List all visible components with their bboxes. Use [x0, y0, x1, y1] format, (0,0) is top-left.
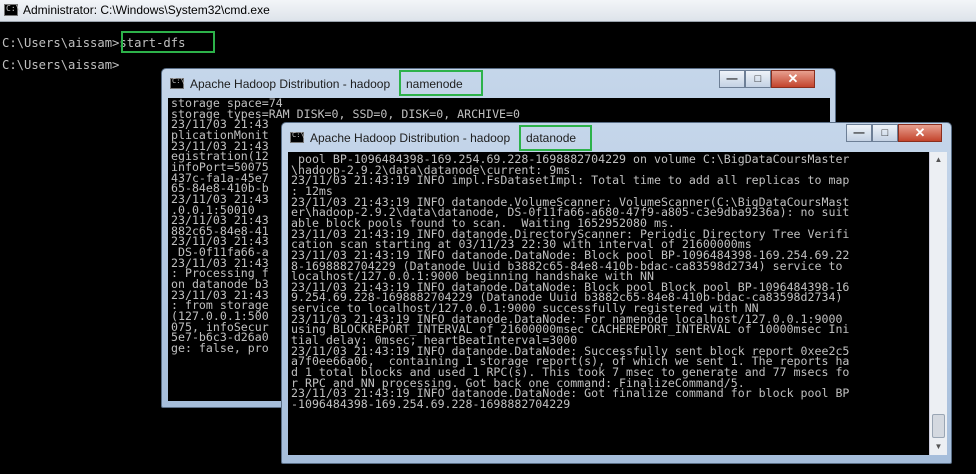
cmd-icon: C:\: [290, 131, 305, 143]
console-line-prompt: C:\Users\aissam>: [2, 58, 120, 72]
maximize-button[interactable]: □: [745, 70, 771, 88]
console-line: 23/11/03 21:43:19 INFO impl.FsDatasetImp…: [291, 173, 850, 188]
close-button[interactable]: ✕: [771, 70, 815, 88]
namenode-window-title: Apache Hadoop Distribution - hadoop: [190, 77, 391, 91]
namenode-highlight: [399, 70, 483, 96]
console-line: -1096484398-169.254.69.228-1698882704229: [291, 396, 571, 411]
cmd-icon: C:\: [170, 77, 185, 89]
datanode-scrollbar[interactable]: ▲ ▼: [929, 152, 947, 455]
console-line: ge: false, pro: [171, 340, 269, 355]
main-window-title: Administrator: C:\Windows\System32\cmd.e…: [23, 3, 270, 17]
scroll-thumb[interactable]: [932, 414, 945, 438]
start-dfs-highlight: [121, 31, 215, 53]
main-window-titlebar[interactable]: C:\ Administrator: C:\Windows\System32\c…: [0, 0, 976, 22]
minimize-button[interactable]: —: [846, 124, 872, 142]
datanode-highlight: [519, 125, 592, 151]
scroll-up-arrow-icon[interactable]: ▲: [930, 152, 947, 168]
datanode-window[interactable]: C:\ Apache Hadoop Distribution - hadoop …: [281, 122, 952, 464]
scroll-down-arrow-icon[interactable]: ▼: [930, 439, 947, 455]
cmd-icon: C:\: [4, 4, 20, 16]
datanode-window-title: Apache Hadoop Distribution - hadoop: [310, 131, 511, 145]
minimize-button[interactable]: —: [719, 70, 745, 88]
close-button[interactable]: ✕: [898, 124, 942, 142]
datanode-console[interactable]: pool BP-1096484398-169.254.69.228-169888…: [288, 152, 929, 455]
maximize-button[interactable]: □: [872, 124, 898, 142]
